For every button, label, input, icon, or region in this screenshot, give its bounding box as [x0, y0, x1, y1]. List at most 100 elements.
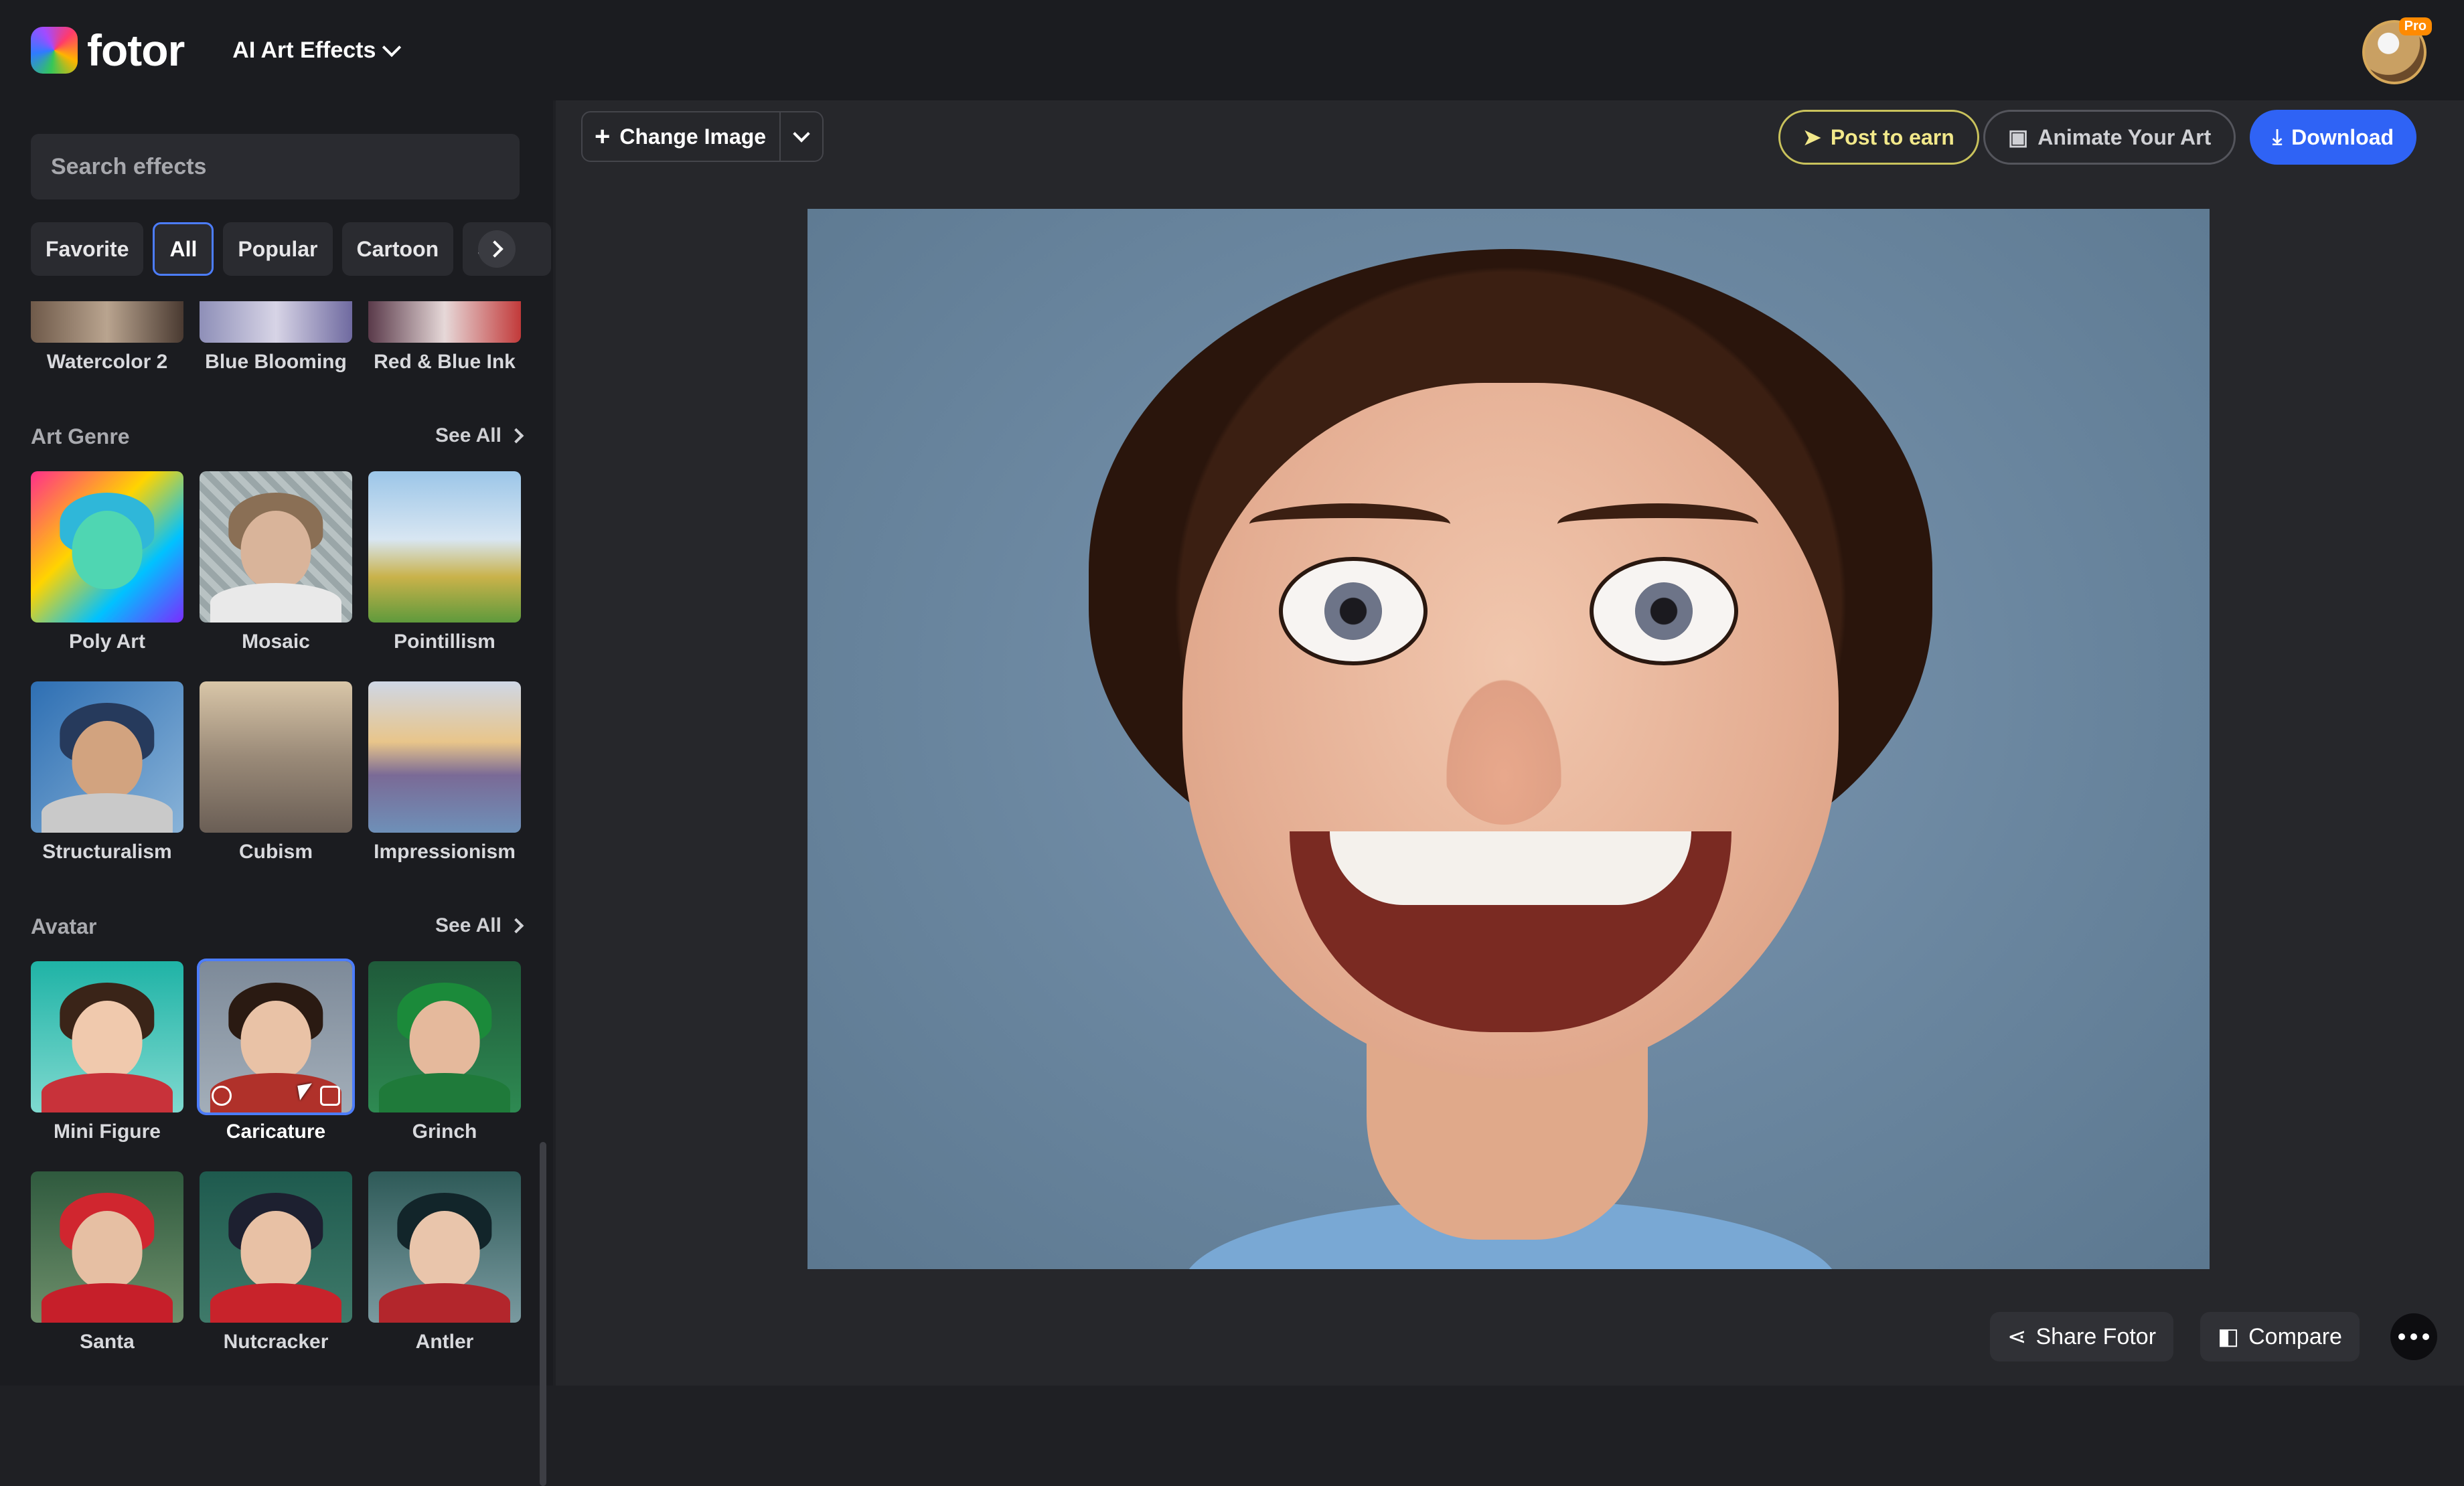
effect-tile-pointillism[interactable]: Pointillism: [368, 471, 521, 653]
effect-thumbnail: [31, 961, 183, 1112]
face-shape: [409, 1210, 480, 1290]
top-bar: fotor AI Art Effects Pro: [0, 0, 2464, 100]
effect-label: Blue Blooming: [205, 351, 347, 373]
sidebar-scrollbar[interactable]: [540, 1142, 546, 1486]
share-fotor-button[interactable]: ⋖ Share Fotor: [1990, 1312, 2174, 1361]
nose: [1437, 664, 1571, 825]
logo-text: fotor: [87, 25, 185, 75]
compare-label: Compare: [2248, 1323, 2342, 1349]
right-eyebrow: [1557, 503, 1758, 545]
effect-label: Mosaic: [242, 631, 310, 653]
effect-label: Structuralism: [42, 841, 172, 863]
animate-icon: ▣: [2008, 125, 2029, 149]
effect-tile-red-blue-ink[interactable]: Red & Blue Ink: [368, 301, 521, 374]
body-shape: [41, 1283, 173, 1323]
left-eyebrow: [1249, 503, 1450, 545]
chip-cartoon[interactable]: Cartoon: [341, 222, 454, 276]
chevron-right-icon: [486, 240, 504, 258]
effect-tile-blue-blooming[interactable]: Blue Blooming: [200, 301, 352, 374]
dot-icon: [2398, 1333, 2405, 1340]
avatar-section-title: Avatar: [31, 914, 97, 938]
right-eye: [1590, 557, 1738, 665]
change-image-label: Change Image: [619, 124, 767, 149]
dot-icon: [2410, 1333, 2417, 1340]
effect-label: Watercolor 2: [46, 351, 168, 373]
download-button[interactable]: ⤓ Download: [2250, 110, 2417, 165]
face-shape: [72, 510, 143, 590]
effect-tile-impressionism[interactable]: Impressionism: [368, 681, 521, 863]
fotor-logo[interactable]: fotor: [31, 25, 185, 76]
face-shape: [240, 510, 311, 590]
face-shape: [240, 1000, 311, 1080]
search-effects-input[interactable]: Search effects: [31, 134, 520, 199]
effect-label: Red & Blue Ink: [374, 351, 516, 373]
face-shape: [72, 720, 143, 800]
main-preview-image: [807, 209, 2210, 1269]
face-shape: [72, 1210, 143, 1290]
dot-icon: [2422, 1333, 2429, 1340]
effect-tile-antler[interactable]: Antler: [368, 1171, 521, 1353]
effect-label: Impressionism: [374, 841, 516, 863]
see-all-label: See All: [435, 914, 502, 936]
animate-your-art-button[interactable]: ▣ Animate Your Art: [1983, 110, 2236, 165]
chevron-right-icon: [508, 918, 524, 934]
body-shape: [41, 1073, 173, 1112]
effects-sidebar: Search effects Favorite All Popular Cart…: [0, 100, 553, 1486]
ai-art-effects-menu[interactable]: AI Art Effects: [232, 37, 402, 64]
body-shape: [378, 1073, 511, 1112]
left-eye: [1279, 557, 1428, 665]
face-shape: [72, 1000, 143, 1080]
effect-thumbnail: [200, 681, 352, 833]
post-to-earn-button[interactable]: ➤ Post to earn: [1778, 110, 1979, 165]
face-shape: [240, 1210, 311, 1290]
effect-tile-structuralism[interactable]: Structuralism: [31, 681, 183, 863]
effect-label: Cubism: [238, 841, 313, 863]
effect-label: Nutcracker: [223, 1331, 329, 1353]
effect-thumbnail: [31, 1171, 183, 1323]
effect-label: Grinch: [412, 1121, 477, 1143]
art-genre-see-all[interactable]: See All: [435, 424, 524, 447]
see-all-label: See All: [435, 424, 502, 446]
effect-thumbnail: [200, 961, 352, 1112]
chevron-right-icon: [508, 428, 524, 444]
effect-thumbnail: [368, 471, 521, 623]
effect-thumbnail: [31, 301, 183, 343]
chips-next-button[interactable]: [478, 230, 516, 268]
effect-tile-mosaic[interactable]: Mosaic: [200, 471, 352, 653]
effect-tile-cubism[interactable]: Cubism: [200, 681, 352, 863]
compare-icon: ◧: [2218, 1324, 2240, 1349]
change-image-dropdown[interactable]: [781, 111, 824, 162]
favorite-star-icon[interactable]: [212, 1086, 232, 1106]
effect-tile-poly-art[interactable]: Poly Art: [31, 471, 183, 653]
pro-badge: Pro: [2398, 17, 2432, 35]
effect-thumbnail: [31, 681, 183, 833]
effect-tile-grinch[interactable]: Grinch: [368, 961, 521, 1143]
effect-tile-santa[interactable]: Santa: [31, 1171, 183, 1353]
magic-wand-icon[interactable]: [320, 1086, 340, 1106]
send-icon: ➤: [1803, 125, 1821, 149]
art-genre-title: Art Genre: [31, 424, 130, 448]
body-shape: [210, 1283, 342, 1323]
chip-popular[interactable]: Popular: [223, 222, 333, 276]
effect-tile-nutcracker[interactable]: Nutcracker: [200, 1171, 352, 1353]
body-shape: [378, 1283, 511, 1323]
compare-button[interactable]: ◧ Compare: [2200, 1312, 2360, 1361]
beard-shape: [41, 793, 173, 833]
more-options-button[interactable]: [2390, 1313, 2437, 1360]
effect-tile-caricature[interactable]: Caricature: [200, 961, 352, 1143]
post-to-earn-label: Post to earn: [1830, 125, 1954, 149]
effect-label: Santa: [80, 1331, 135, 1353]
effect-thumbnail: [368, 1171, 521, 1323]
effect-label: Antler: [415, 1331, 474, 1353]
chip-favorite[interactable]: Favorite: [31, 222, 144, 276]
mouse-cursor-icon: [297, 1083, 315, 1100]
effect-label: Pointillism: [394, 631, 495, 653]
animate-label: Animate Your Art: [2037, 125, 2212, 149]
change-image-button[interactable]: + Change Image: [581, 111, 781, 162]
effect-tile-mini-figure[interactable]: Mini Figure: [31, 961, 183, 1143]
share-label: Share Fotor: [2035, 1323, 2157, 1349]
avatar-see-all[interactable]: See All: [435, 914, 524, 937]
effect-thumbnail: [368, 681, 521, 833]
effect-tile-watercolor-2[interactable]: Watercolor 2: [31, 301, 183, 374]
chip-all[interactable]: All: [153, 222, 214, 276]
